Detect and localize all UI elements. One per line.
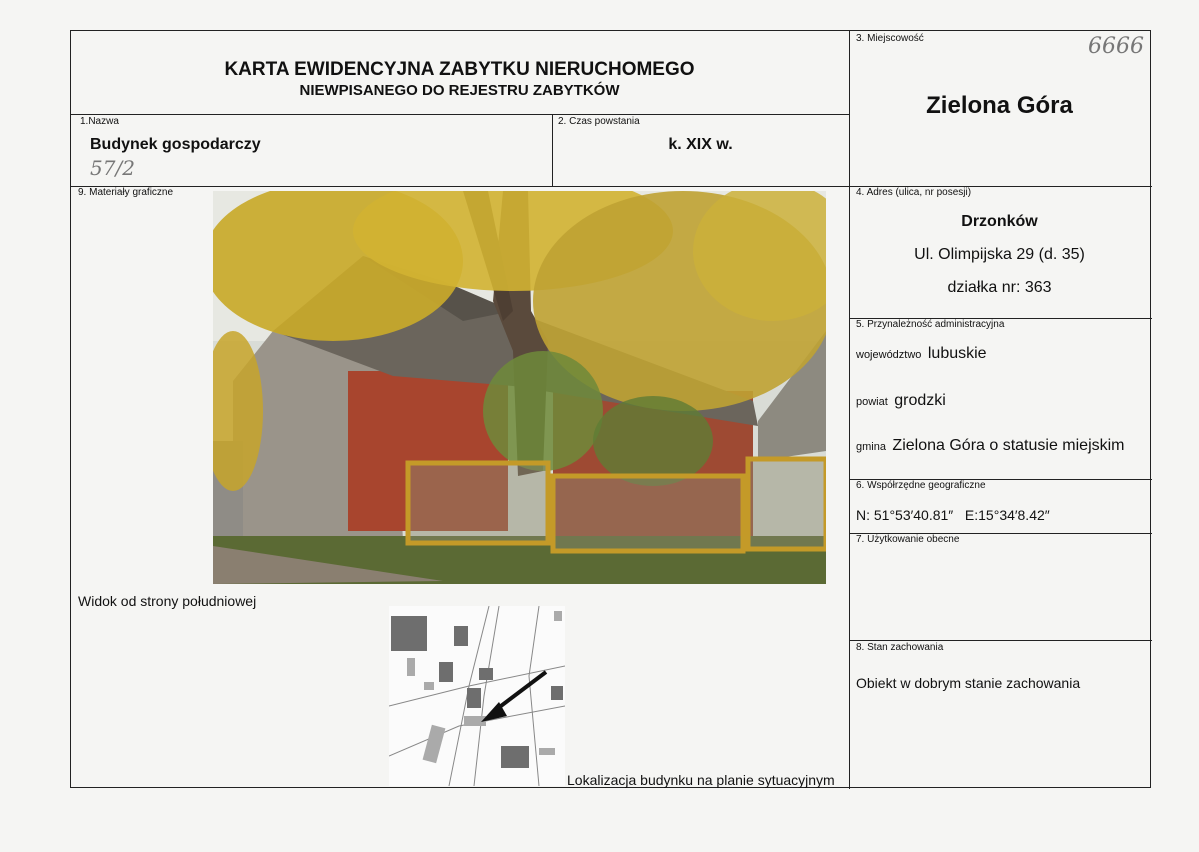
divider-right-column [849,31,850,789]
powiat-value: grodzki [894,392,946,409]
przynaleznosc-label: 5. Przynależność administracyjna [856,319,1005,330]
nazwa-value: Budynek gospodarczy [90,136,261,153]
wojewodztwo-label: województwo [856,349,922,361]
adres-street: Ul. Olimpijska 29 (d. 35) [914,246,1085,263]
wspolrzedne-label: 6. Współrzędne geograficzne [856,480,986,491]
divider-uzytkowanie [849,640,1152,641]
gmina-label: gmina [856,441,886,453]
adres-label: 4. Adres (ulica, nr posesji) [856,187,972,198]
gmina-row: gmina Zielona Góra o statusie miejskim [856,437,1125,455]
materialy-label: 9. Materiały graficzne [78,187,174,198]
handwritten-card-number: 6666 [1088,34,1144,59]
wojewodztwo-value: lubuskie [927,345,987,362]
wojewodztwo-row: województwo lubuskie [856,345,987,363]
adres-plot: działka nr: 363 [947,279,1052,296]
handwritten-name-note: 57/2 [90,156,135,180]
czas-value: k. XIX w. [668,136,733,153]
stan-value: Obiekt w dobrym stanie zachowania [856,675,1081,691]
powiat-row: powiat grodzki [856,392,946,410]
map-caption: Lokalizacja budynku na planie sytuacyjny… [567,772,835,788]
form-title: KARTA EWIDENCYJNA ZABYTKU NIERUCHOMEGO [224,59,695,80]
czas-label: 2. Czas powstania [558,116,640,127]
nazwa-label: 1.Nazwa [80,116,119,127]
divider-title [71,114,849,115]
site-plan-map [389,606,565,786]
wspolrzedne-value: N: 51°53′40.81″ E:15°34′8.42″ [856,507,1050,523]
photo-caption: Widok od strony południowej [78,593,257,609]
form-subtitle: NIEWPISANEGO DO REJESTRU ZABYTKÓW [299,82,620,99]
divider-row1 [71,186,1152,187]
stan-label: 8. Stan zachowania [856,642,944,653]
building-photo-image [213,191,826,584]
gmina-value: Zielona Góra o statusie miejskim [892,437,1125,454]
powiat-label: powiat [856,396,888,408]
building-photo [213,191,826,584]
document-sheet: KARTA EWIDENCYJNA ZABYTKU NIERUCHOMEGO N… [0,0,1199,852]
adres-locality: Drzonków [961,213,1038,230]
miejscowosc-value: Zielona Góra [926,92,1073,119]
uzytkowanie-label: 7. Użytkowanie obecne [856,534,960,545]
miejscowosc-label: 3. Miejscowość [856,33,924,44]
site-plan-drawing [389,606,565,786]
